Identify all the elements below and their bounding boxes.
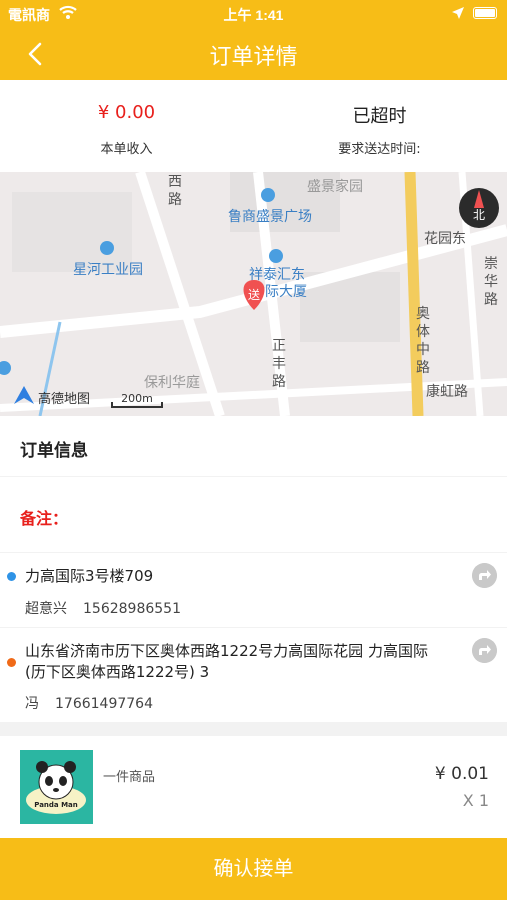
compass-icon[interactable]: 北 bbox=[459, 188, 499, 228]
remark-label: 备注： bbox=[20, 509, 69, 528]
order-info-section: 订单信息 bbox=[0, 416, 507, 476]
map-label-guoji: 际大厦 bbox=[265, 284, 307, 300]
income-block: ¥ 0.00 本单收入 bbox=[0, 80, 253, 172]
map-scale-label: 200m bbox=[121, 392, 153, 405]
map-label-kanghong: 康虹路 bbox=[426, 383, 468, 400]
delivery-block: 已超时 要求送达时间: bbox=[253, 80, 506, 172]
map-label-shengjing: 盛景家园 bbox=[307, 178, 363, 195]
dropoff-address: 山东省济南市历下区奥体西路1222号力高国际花园 力高国际(历下区奥体西路122… bbox=[25, 642, 428, 681]
dropoff-contact-name: 冯 bbox=[25, 696, 39, 712]
panda-logo-icon: Panda Man bbox=[20, 750, 93, 824]
svg-text:北: 北 bbox=[473, 208, 485, 222]
map-label-lushang: 鲁商盛景广场 bbox=[228, 209, 312, 225]
marker-label: 送 bbox=[248, 287, 260, 302]
page-title: 订单详情 bbox=[209, 45, 298, 70]
map-label-huayuan: 花园东 bbox=[424, 231, 466, 247]
income-label: 本单收入 bbox=[100, 142, 153, 157]
location-arrow-icon bbox=[452, 7, 464, 19]
order-info-title: 订单信息 bbox=[20, 441, 88, 461]
clock: 上午 1:41 bbox=[223, 7, 284, 23]
delivery-status: 已超时 bbox=[352, 106, 407, 127]
goods-image: Panda Man bbox=[20, 750, 93, 824]
pickup-address: 力高国际3号楼709 bbox=[25, 567, 154, 585]
battery-icon bbox=[473, 7, 497, 19]
pickup-contact-phone[interactable]: 15628986551 bbox=[83, 601, 181, 617]
status-bar: 電訊商 上午 1:41 bbox=[0, 0, 507, 28]
map-label-poly: 保利华庭 bbox=[144, 374, 200, 391]
map-label-zhengfeng: 正丰路 bbox=[272, 338, 286, 390]
goods-price: ¥ 0.01 bbox=[434, 764, 489, 784]
goods-quantity: X 1 bbox=[462, 791, 489, 810]
dropoff-contact-phone[interactable]: 17661497764 bbox=[55, 696, 153, 712]
pickup-dot bbox=[7, 572, 16, 581]
pickup-address-row[interactable]: 力高国际3号楼709 超意兴 15628986551 bbox=[0, 553, 507, 627]
nav-bar: 订单详情 bbox=[0, 28, 507, 80]
map-label-chonghua: 崇华路 bbox=[484, 256, 498, 308]
pickup-contact-name: 超意兴 bbox=[25, 601, 67, 617]
goods-name: 一件商品 bbox=[103, 770, 156, 785]
goods-image-text: Panda Man bbox=[34, 801, 78, 809]
map-view[interactable]: 送 盛景家园 鲁商盛景广场 花园东 星河工业园 祥泰汇东 际大厦 保利华庭 康虹… bbox=[0, 172, 507, 416]
order-summary: ¥ 0.00 本单收入 已超时 要求送达时间: bbox=[0, 80, 507, 172]
remark-section: 备注： bbox=[0, 477, 507, 552]
map-label-xinghe: 星河工业园 bbox=[73, 262, 143, 278]
navigate-arrow-icon[interactable] bbox=[472, 563, 497, 588]
navigate-arrow-icon[interactable] bbox=[472, 638, 497, 663]
map-label-xiangtai: 祥泰汇东 bbox=[249, 267, 305, 283]
dropoff-dot bbox=[7, 658, 16, 667]
dropoff-contact: 冯 17661497764 bbox=[25, 693, 153, 713]
map-canvas: 送 盛景家园 鲁商盛景广场 花园东 星河工业园 祥泰汇东 际大厦 保利华庭 康虹… bbox=[0, 172, 507, 416]
map-logo-text: 高德地图 bbox=[38, 391, 90, 407]
goods-item[interactable]: Panda Man 一件商品 ¥ 0.01 X 1 bbox=[0, 736, 507, 838]
dropoff-address-row[interactable]: 山东省济南市历下区奥体西路1222号力高国际花园 力高国际(历下区奥体西路122… bbox=[0, 628, 507, 722]
confirm-order-button[interactable]: 确认接单 bbox=[0, 838, 507, 900]
delivery-time-label: 要求送达时间: bbox=[338, 142, 421, 157]
income-value: ¥ 0.00 bbox=[97, 102, 156, 123]
pickup-contact: 超意兴 15628986551 bbox=[25, 598, 181, 618]
